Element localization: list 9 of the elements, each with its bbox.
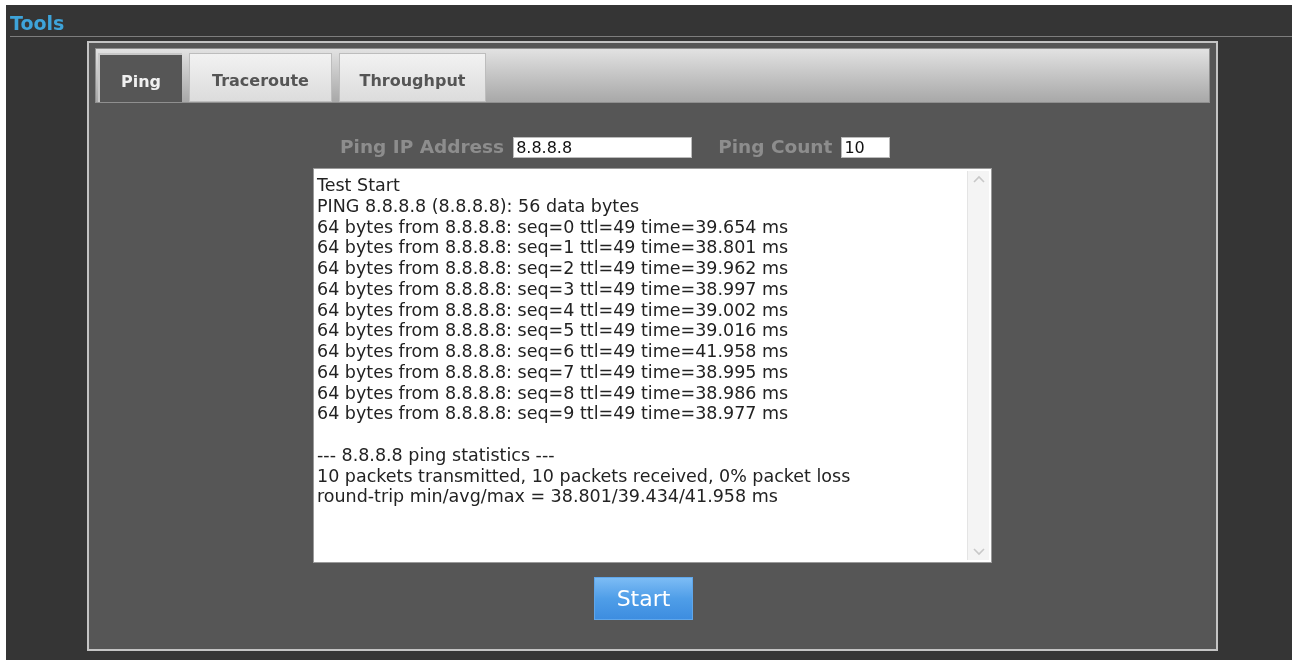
tab[interactable]: Traceroute xyxy=(189,53,332,102)
count-field[interactable]: 10 xyxy=(841,137,891,158)
output-textarea[interactable] xyxy=(313,168,992,563)
tab[interactable]: Throughput xyxy=(339,53,486,102)
ping-output-text: Test Start PING 8.8.8.8 (8.8.8.8): 56 data bytes 64 bytes from 8.8.8.8: seq=0 ttl=49 time=39.654 ms 64 bytes from 8.8.8.8: seq=1 ttl=49 time=38.801 ms 64 bytes from 8.8.8.8: seq=2 ttl=49 time=39.962 ms 64 bytes from 8.8.8.8: seq=3 ttl=49 time=38.997 ms 64 bytes from 8.8.8.8: seq=4 ttl=49 time=39.002 ms 64 bytes from 8.8.8.8: seq=5 ttl=49 time=39.016 ms 64 bytes from 8.8.8.8: seq=6 ttl=49 time=41.958 ms 64 bytes from 8.8.8.8: seq=7 ttl=49 time=38.995 ms 64 bytes from 8.8.8.8: seq=8 ttl=49 time=38.986 ms 64 bytes from 8.8.8.8: seq=9 ttl=49 time=38.977 ms --- 8.8.8.8 ping statistics --- 10 packets transmitted, 10 packets received, 0% packet loss round-trip min/avg/max = 38.801/39.434/41.958 ms xyxy=(316,174,852,507)
page-title: Tools xyxy=(10,14,65,33)
scrollbar[interactable] xyxy=(967,171,989,560)
ip-address-field[interactable]: 8.8.8.8 xyxy=(513,137,693,158)
tab[interactable]: Ping xyxy=(98,53,182,102)
